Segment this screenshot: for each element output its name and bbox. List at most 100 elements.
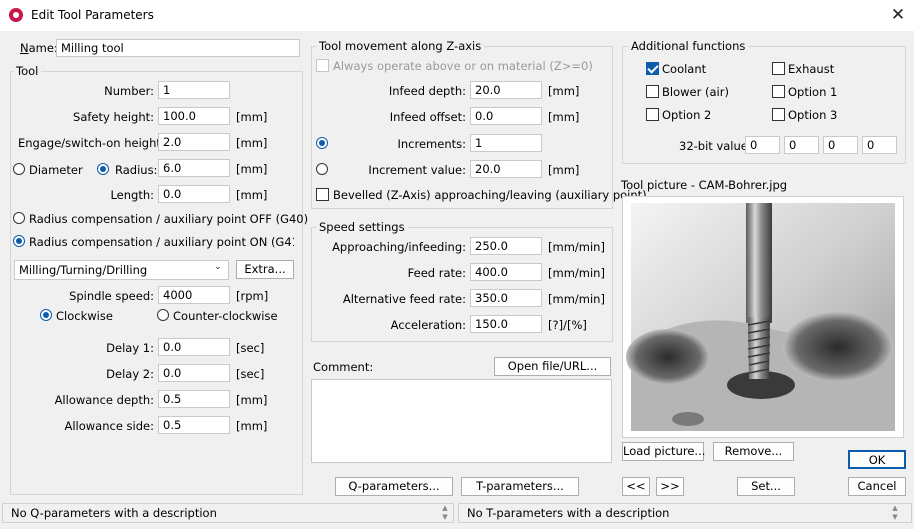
increment-value-input[interactable]: 20.0	[470, 160, 542, 178]
cancel-button[interactable]: Cancel	[848, 477, 906, 496]
delay1-input[interactable]: 0.0	[158, 338, 230, 356]
speed-group-label: Speed settings	[316, 220, 408, 234]
acceleration-unit: [?]/[%]	[548, 318, 587, 332]
approaching-label: Approaching/infeeding:	[332, 240, 466, 254]
diameter-radio[interactable]	[13, 163, 25, 175]
approaching-unit: [mm/min]	[548, 240, 605, 254]
coolant-label: Coolant	[662, 62, 707, 76]
delay1-unit: [sec]	[236, 341, 265, 355]
next-button[interactable]: >>	[656, 477, 684, 496]
remove-picture-button[interactable]: Remove...	[713, 442, 794, 461]
allowance-side-input[interactable]: 0.5	[158, 416, 230, 434]
name-label: Name:	[20, 41, 58, 55]
chevron-down-icon[interactable]: ⌄	[214, 262, 222, 272]
radius-comp-on-label: Radius compensation / auxiliary point ON…	[29, 235, 294, 249]
t-parameters-button[interactable]: T-parameters...	[461, 477, 579, 496]
increment-value-label: Increment value:	[368, 163, 466, 177]
counter-clockwise-radio[interactable]	[157, 309, 169, 321]
increment-value-radio[interactable]	[316, 163, 328, 175]
radius-comp-off-radio[interactable]	[13, 212, 25, 224]
allowance-depth-input[interactable]: 0.5	[158, 390, 230, 408]
infeed-offset-label: Infeed offset:	[389, 110, 466, 124]
always-above-label: Always operate above or on material (Z>=…	[333, 59, 593, 73]
bit32-input-4[interactable]: 0	[862, 136, 897, 154]
extra-button[interactable]: Extra...	[236, 260, 294, 279]
increments-radio[interactable]	[316, 137, 328, 149]
name-input[interactable]: Milling tool	[56, 39, 300, 57]
infeed-depth-input[interactable]: 20.0	[470, 81, 542, 99]
counter-clockwise-label: Counter-clockwise	[173, 309, 278, 323]
safety-height-input[interactable]: 100.0	[158, 107, 230, 125]
engage-height-input[interactable]: 2.0	[158, 133, 230, 151]
infeed-offset-input[interactable]: 0.0	[470, 107, 542, 125]
bit32-input-1[interactable]: 0	[745, 136, 780, 154]
allowance-depth-unit: [mm]	[236, 393, 268, 407]
increment-value-unit: [mm]	[548, 163, 580, 177]
option2-checkbox[interactable]	[646, 108, 659, 121]
window-title: Edit Tool Parameters	[31, 8, 154, 22]
option3-checkbox[interactable]	[772, 108, 785, 121]
spindle-speed-input[interactable]: 4000	[158, 286, 230, 304]
number-label: Number:	[104, 84, 154, 98]
alt-feed-label: Alternative feed rate:	[342, 292, 466, 306]
open-file-button[interactable]: Open file/URL...	[494, 357, 611, 376]
bevelled-checkbox[interactable]	[316, 188, 329, 201]
delay2-input[interactable]: 0.0	[158, 364, 230, 382]
increments-input[interactable]: 1	[470, 134, 542, 152]
tool-group-label: Tool	[13, 64, 42, 78]
infeed-offset-unit: [mm]	[548, 110, 580, 124]
radius-radio[interactable]	[97, 163, 109, 175]
length-input[interactable]: 0.0	[158, 185, 230, 203]
feed-rate-input[interactable]: 400.0	[470, 263, 542, 281]
exhaust-checkbox[interactable]	[772, 62, 785, 75]
alt-feed-unit: [mm/min]	[548, 292, 605, 306]
spindle-speed-label: Spindle speed:	[69, 289, 154, 303]
diameter-label: Diameter	[29, 163, 83, 177]
option1-label: Option 1	[788, 85, 838, 99]
acceleration-input[interactable]: 150.0	[470, 315, 542, 333]
clockwise-label: Clockwise	[56, 309, 113, 323]
radius-comp-on-radio[interactable]	[13, 235, 25, 247]
zaxis-group-label: Tool movement along Z-axis	[316, 39, 485, 53]
q-status-text: No Q-parameters with a description	[11, 506, 217, 520]
allowance-side-label: Allowance side:	[64, 419, 154, 433]
bit32-label: 32-bit value:	[679, 139, 752, 153]
safety-height-unit: [mm]	[236, 110, 268, 124]
mode-select[interactable]: Milling/Turning/Drilling	[14, 260, 229, 280]
option3-label: Option 3	[788, 108, 838, 122]
blower-checkbox[interactable]	[646, 85, 659, 98]
ok-button[interactable]: OK	[848, 450, 906, 469]
tool-picture-frame	[622, 196, 904, 438]
q-parameters-status: No Q-parameters with a description	[2, 503, 454, 523]
comment-textarea[interactable]	[311, 379, 612, 463]
allowance-side-unit: [mm]	[236, 419, 268, 433]
coolant-checkbox[interactable]	[646, 62, 659, 75]
load-picture-button[interactable]: Load picture...	[622, 442, 705, 461]
delay1-label: Delay 1:	[106, 341, 154, 355]
set-button[interactable]: Set...	[737, 477, 795, 496]
q-spin-icon[interactable]: ▲ ▼	[440, 504, 450, 522]
t-status-text: No T-parameters with a description	[467, 506, 670, 520]
radius-input[interactable]: 6.0	[158, 159, 230, 177]
mode-select-value: Milling/Turning/Drilling	[19, 263, 148, 277]
t-parameters-status: No T-parameters with a description	[458, 503, 912, 523]
tool-picture-label: Tool picture - CAM-Bohrer.jpg	[621, 178, 788, 192]
prev-button[interactable]: <<	[622, 477, 650, 496]
feed-rate-label: Feed rate:	[407, 266, 466, 280]
q-parameters-button[interactable]: Q-parameters...	[335, 477, 453, 496]
alt-feed-input[interactable]: 350.0	[470, 289, 542, 307]
approaching-input[interactable]: 250.0	[470, 237, 542, 255]
close-icon[interactable]: ✕	[886, 4, 910, 26]
app-icon	[9, 8, 23, 22]
delay2-unit: [sec]	[236, 367, 265, 381]
bit32-input-3[interactable]: 0	[823, 136, 858, 154]
clockwise-radio[interactable]	[40, 309, 52, 321]
t-spin-icon[interactable]: ▲ ▼	[890, 504, 900, 522]
option2-label: Option 2	[662, 108, 712, 122]
number-input[interactable]: 1	[158, 81, 230, 99]
bit32-input-2[interactable]: 0	[784, 136, 819, 154]
option1-checkbox[interactable]	[772, 85, 785, 98]
exhaust-label: Exhaust	[788, 62, 835, 76]
always-above-checkbox[interactable]	[316, 59, 329, 72]
tool-picture-image	[626, 203, 895, 431]
